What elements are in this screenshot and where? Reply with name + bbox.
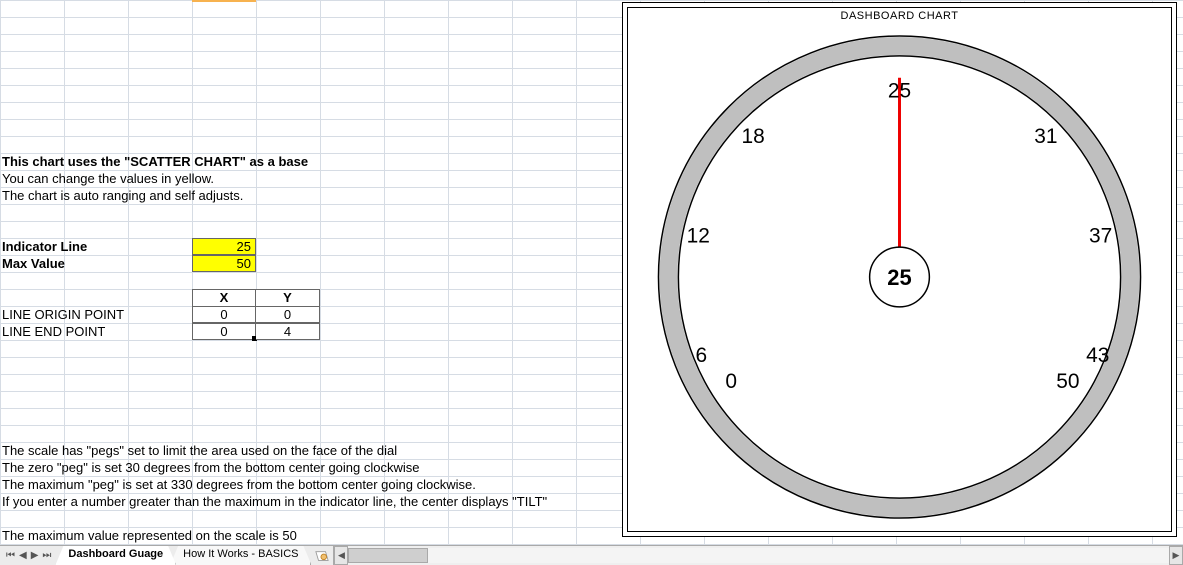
sheet-tab-how-it-works[interactable]: How It Works - BASICS bbox=[170, 546, 311, 565]
end-x-cell[interactable]: 0 bbox=[192, 323, 256, 340]
tab-nav-buttons: ⏮ ◀ ▶ ⏭ bbox=[0, 546, 57, 565]
intro-line-1: This chart uses the "SCATTER CHART" as a… bbox=[2, 153, 308, 170]
tick-6: 6 bbox=[695, 344, 707, 367]
y-header: Y bbox=[256, 289, 320, 306]
end-y-cell[interactable]: 4 bbox=[256, 323, 320, 340]
tab-nav-next-icon[interactable]: ▶ bbox=[31, 550, 39, 561]
max-label: Max Value bbox=[2, 255, 65, 272]
indicator-value-cell[interactable]: 25 bbox=[192, 238, 256, 255]
tab-nav-prev-icon[interactable]: ◀ bbox=[19, 550, 27, 561]
intro-line-3: The chart is auto ranging and self adjus… bbox=[2, 187, 243, 204]
scroll-track[interactable] bbox=[348, 548, 1169, 563]
line-end-label: LINE END POINT bbox=[2, 323, 105, 340]
tick-18: 18 bbox=[741, 125, 764, 148]
intro-line-2: You can change the values in yellow. bbox=[2, 170, 214, 187]
tab-nav-first-icon[interactable]: ⏮ bbox=[6, 550, 15, 561]
line-origin-label: LINE ORIGIN POINT bbox=[2, 306, 124, 323]
indicator-label: Indicator Line bbox=[2, 238, 87, 255]
tick-12: 12 bbox=[687, 225, 710, 248]
tick-0: 0 bbox=[725, 370, 737, 393]
para-5: The maximum value represented on the sca… bbox=[2, 527, 297, 544]
gauge-center-value: 25 bbox=[887, 265, 911, 290]
sheet-tab-strip: ⏮ ◀ ▶ ⏭ Dashboard Guage How It Works - B… bbox=[0, 545, 1183, 565]
tick-25: 25 bbox=[888, 79, 911, 102]
max-value-cell[interactable]: 50 bbox=[192, 255, 256, 272]
tick-43: 43 bbox=[1086, 344, 1109, 367]
chart-title: DASHBOARD CHART bbox=[628, 8, 1171, 22]
scroll-thumb[interactable] bbox=[348, 548, 428, 563]
para-3: The maximum "peg" is set at 330 degrees … bbox=[2, 476, 476, 493]
origin-y-cell[interactable]: 0 bbox=[256, 306, 320, 323]
para-2: The zero "peg" is set 30 degrees from th… bbox=[2, 459, 420, 476]
gauge-chart: 25 0 6 12 18 25 31 37 43 50 bbox=[628, 28, 1171, 531]
para-4: If you enter a number greater than the m… bbox=[2, 493, 547, 510]
x-header: X bbox=[192, 289, 256, 306]
col-select-indicator bbox=[192, 0, 256, 2]
origin-x-cell[interactable]: 0 bbox=[192, 306, 256, 323]
dashboard-chart-inner: DASHBOARD CHART 25 0 6 12 18 bbox=[627, 7, 1172, 532]
scroll-left-icon[interactable]: ◀ bbox=[334, 546, 348, 565]
new-sheet-icon[interactable] bbox=[315, 549, 329, 563]
para-1: The scale has "pegs" set to limit the ar… bbox=[2, 442, 397, 459]
tick-37: 37 bbox=[1089, 225, 1112, 248]
tab-nav-last-icon[interactable]: ⏭ bbox=[42, 550, 51, 561]
tick-50: 50 bbox=[1056, 370, 1079, 393]
spreadsheet-grid[interactable]: This chart uses the "SCATTER CHART" as a… bbox=[0, 0, 1183, 545]
tick-31: 31 bbox=[1034, 125, 1057, 148]
sheet-tab-dashboard-gauge[interactable]: Dashboard Guage bbox=[55, 546, 176, 565]
horizontal-scrollbar[interactable]: ◀ ▶ bbox=[333, 546, 1183, 565]
scroll-right-icon[interactable]: ▶ bbox=[1169, 546, 1183, 565]
dashboard-chart-frame: DASHBOARD CHART 25 0 6 12 18 bbox=[622, 2, 1177, 537]
